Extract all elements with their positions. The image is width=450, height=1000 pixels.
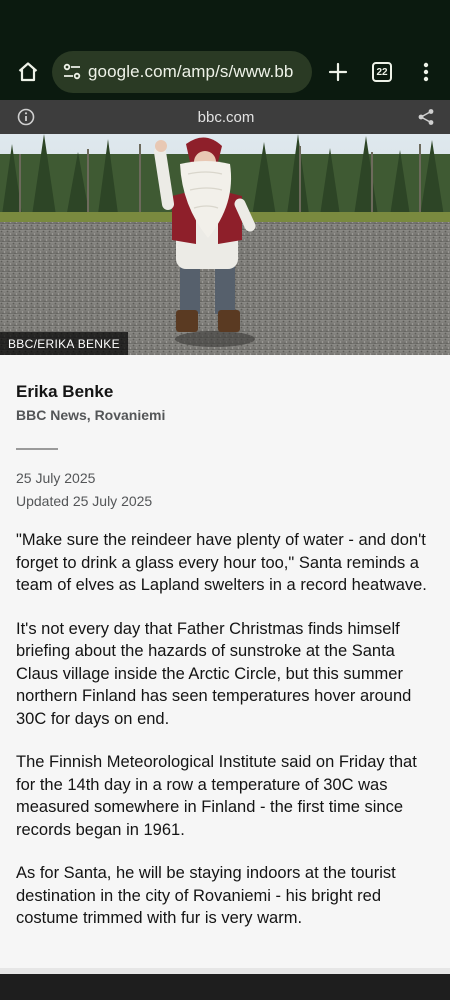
plus-icon xyxy=(328,62,348,82)
article-body: Erika Benke BBC News, Rovaniemi 25 July … xyxy=(0,355,450,930)
home-button[interactable] xyxy=(10,54,46,90)
more-vert-icon xyxy=(423,62,429,82)
amp-domain[interactable]: bbc.com xyxy=(198,109,255,126)
image-credit: BBC/ERIKA BENKE xyxy=(0,332,128,355)
browser-toolbar: google.com/amp/s/www.bb 22 xyxy=(0,44,450,100)
address-bar[interactable]: google.com/amp/s/www.bb xyxy=(52,51,312,93)
article-paragraph: It's not every day that Father Christmas… xyxy=(16,619,412,728)
status-bar xyxy=(0,0,450,44)
url-text[interactable]: google.com/amp/s/www.bb xyxy=(88,62,293,82)
hero-image: BBC/ERIKA BENKE xyxy=(0,134,450,355)
author-role: BBC News, Rovaniemi xyxy=(16,407,166,423)
tune-icon[interactable] xyxy=(62,62,82,82)
share-icon[interactable] xyxy=(416,107,436,127)
new-tab-button[interactable] xyxy=(320,54,356,90)
tab-count: 22 xyxy=(372,62,392,82)
updated-date: Updated 25 July 2025 xyxy=(16,493,153,509)
article-paragraph: "Make sure the reindeer have plenty of w… xyxy=(16,531,427,594)
tab-switcher-button[interactable]: 22 xyxy=(364,54,400,90)
article-paragraph: As for Santa, he will be staying indoors… xyxy=(16,864,396,927)
santa-photo xyxy=(0,134,450,355)
home-icon xyxy=(18,62,38,82)
author-name[interactable]: Erika Benke xyxy=(16,382,434,402)
menu-button[interactable] xyxy=(408,54,444,90)
info-icon[interactable] xyxy=(16,107,36,127)
publish-date: 25 July 2025 xyxy=(16,470,96,486)
article-paragraph: The Finnish Meteorological Institute sai… xyxy=(16,753,417,839)
byline-divider xyxy=(16,448,58,450)
gesture-bar xyxy=(0,974,450,1000)
amp-header-bar: bbc.com xyxy=(0,100,450,134)
